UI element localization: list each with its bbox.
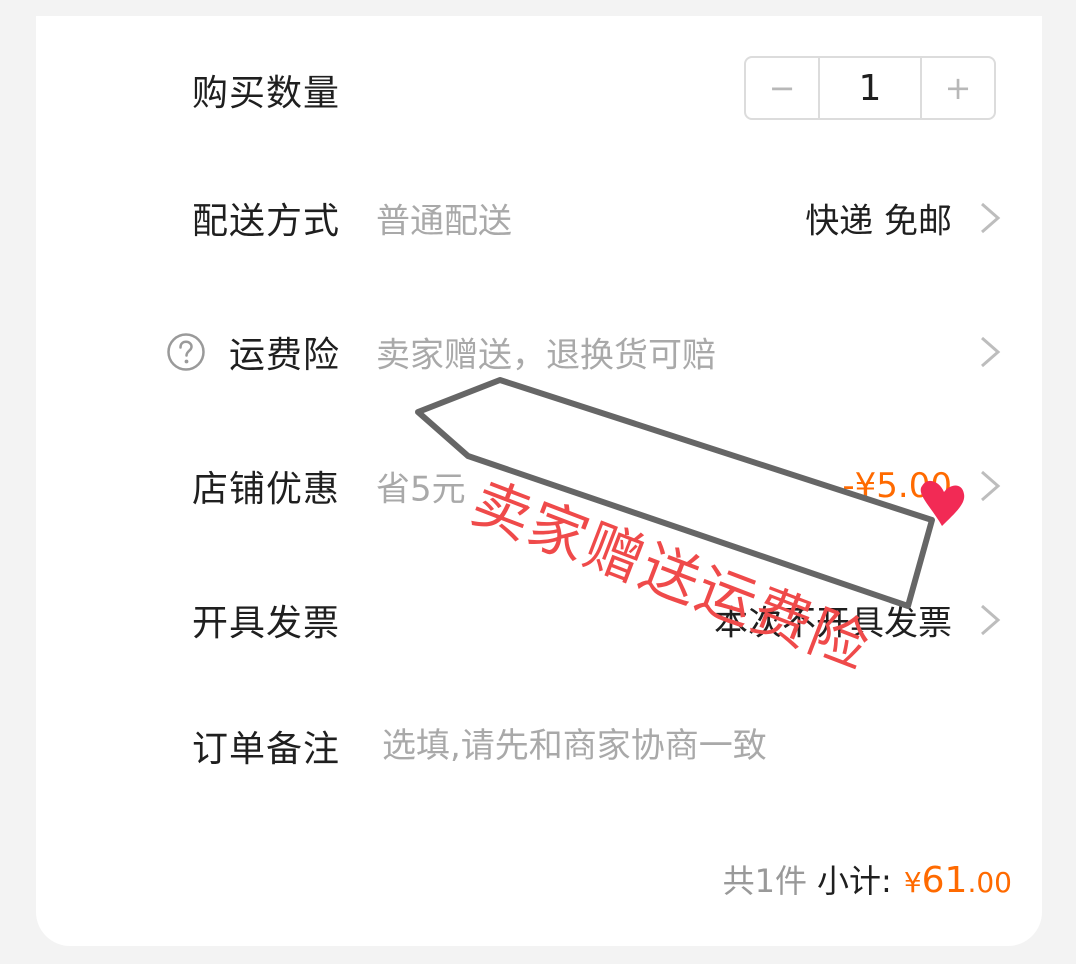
chevron-right-icon: [981, 470, 1001, 502]
chevron-right-icon: [981, 202, 1001, 234]
decrease-button[interactable]: −: [746, 58, 818, 118]
delivery-value: 快递 免邮: [805, 201, 952, 242]
quantity-stepper[interactable]: − 1 +: [744, 56, 996, 120]
insurance-hint: 卖家赠送，退换货可赔: [376, 335, 716, 376]
insurance-label: 运费险: [228, 335, 340, 376]
delivery-label: 配送方式: [191, 201, 340, 242]
insurance-row[interactable]: 运费险 卖家赠送，退换货可赔: [36, 312, 1042, 392]
invoice-row[interactable]: 开具发票 本次不开具发票: [36, 580, 1042, 660]
chevron-right-icon: [981, 604, 1001, 636]
subtotal-decimal: .00: [967, 866, 1012, 899]
discount-label: 店铺优惠: [191, 469, 340, 510]
chevron-right-icon: [981, 336, 1001, 368]
subtotal: 共1件 小计: ¥61.00: [723, 856, 1012, 902]
delivery-hint: 普通配送: [376, 201, 512, 242]
discount-hint: 省5元: [376, 469, 466, 510]
increase-button[interactable]: +: [922, 58, 994, 118]
note-row: 订单备注: [36, 706, 1042, 786]
order-note-input[interactable]: [382, 726, 942, 766]
subtotal-amount: 61: [921, 860, 968, 901]
item-count: 共1件: [722, 862, 808, 900]
note-label: 订单备注: [191, 729, 340, 770]
currency-symbol: ¥: [903, 866, 922, 899]
quantity-value[interactable]: 1: [818, 58, 922, 118]
delivery-row[interactable]: 配送方式 普通配送 快递 免邮: [36, 178, 1042, 258]
discount-value: -¥5.00: [842, 466, 952, 506]
subtotal-label: 小计:: [817, 862, 892, 900]
invoice-label: 开具发票: [191, 603, 340, 644]
question-circle-icon[interactable]: [166, 332, 206, 372]
quantity-label: 购买数量: [191, 73, 340, 114]
